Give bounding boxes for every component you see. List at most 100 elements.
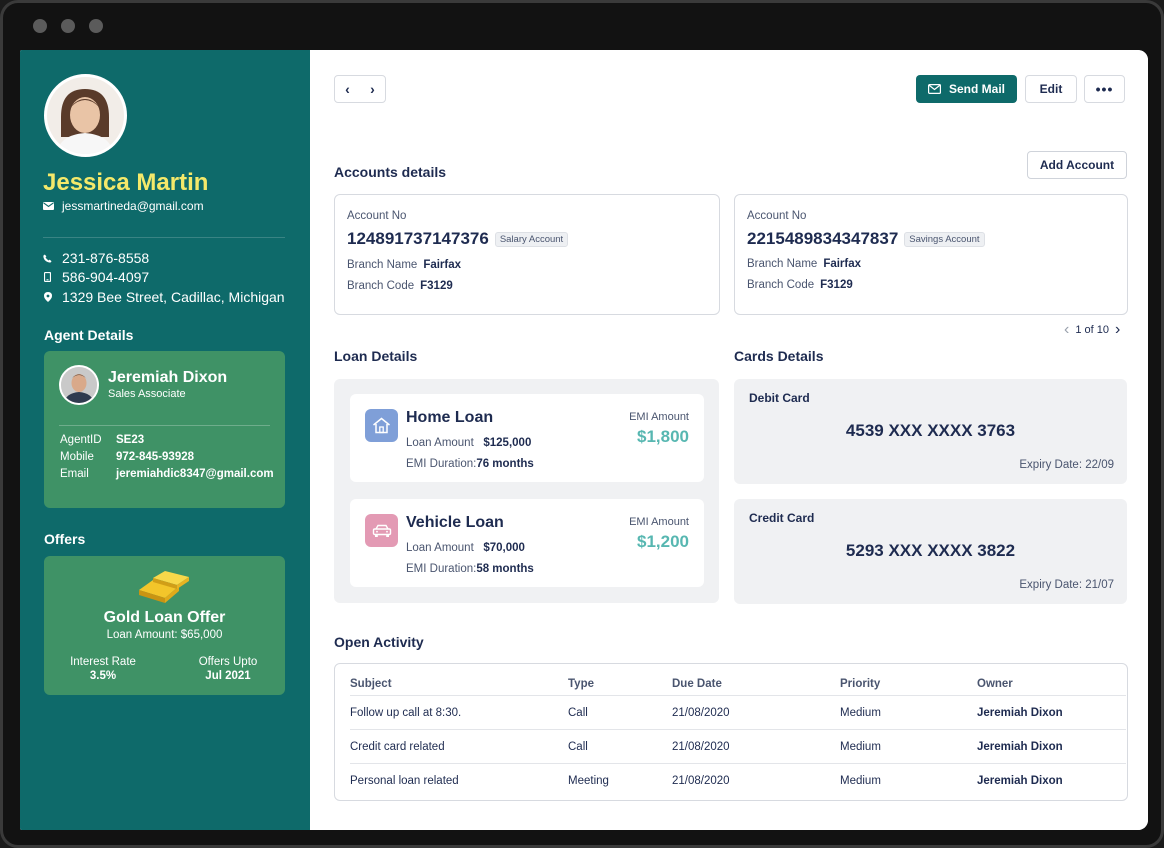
- agent-mobile-label: Mobile: [60, 451, 94, 463]
- account-card[interactable]: Account No 2215489834347837 Savings Acco…: [734, 194, 1128, 315]
- credit-card-panel[interactable]: Credit Card 5293 XXX XXXX 3822 Expiry Da…: [734, 499, 1127, 604]
- activity-table: Subject Type Due Date Priority Owner Fol…: [334, 663, 1128, 801]
- table-row[interactable]: Personal loan related Meeting 21/08/2020…: [350, 764, 1126, 798]
- mail-icon: [927, 84, 941, 94]
- col-due-date[interactable]: Due Date: [672, 678, 722, 690]
- col-type[interactable]: Type: [568, 678, 594, 690]
- account-no-label: Account No: [347, 210, 407, 222]
- card-type: Credit Card: [749, 511, 815, 525]
- branch-code-value: F3129: [420, 280, 453, 292]
- loan-amount-row: Loan Amount $70,000: [406, 542, 525, 554]
- address: 1329 Bee Street, Cadillac, Michigan: [62, 289, 285, 305]
- branch-code-value: F3129: [820, 279, 853, 291]
- window-dot-close[interactable]: [33, 19, 47, 33]
- offer-amount: Loan Amount: $65,000: [106, 629, 223, 641]
- agent-divider: [59, 425, 270, 426]
- send-mail-button[interactable]: Send Mail: [916, 75, 1017, 103]
- chevron-right-icon[interactable]: ›: [1115, 321, 1120, 339]
- window-controls: [33, 19, 103, 33]
- cell-subject: Personal loan related: [350, 775, 459, 787]
- cell-priority: Medium: [840, 740, 881, 753]
- chevron-left-icon[interactable]: ‹: [345, 81, 350, 97]
- loan-panel: Home Loan Loan Amount $125,000 EMI Durat…: [334, 379, 719, 603]
- card-number: 4539 XXX XXXX 3763: [845, 421, 1016, 440]
- table-row[interactable]: Credit card related Call 21/08/2020 Medi…: [350, 730, 1126, 764]
- branch-name-label: Branch Name: [347, 259, 418, 271]
- loan-card[interactable]: Vehicle Loan Loan Amount $70,000 EMI Dur…: [350, 499, 704, 587]
- cell-type: Meeting: [568, 775, 609, 787]
- interest-rate-value: 3.5%: [89, 670, 117, 682]
- debit-card-panel[interactable]: Debit Card 4539 XXX XXXX 3763 Expiry Dat…: [734, 379, 1127, 484]
- col-owner[interactable]: Owner: [977, 678, 1013, 690]
- cell-type: Call: [568, 740, 588, 753]
- account-number: 2215489834347837: [747, 229, 899, 248]
- cell-type: Call: [568, 706, 588, 719]
- contact-mobile: 586-904-4097: [43, 269, 149, 285]
- emi-duration-row: EMI Duration:58 months: [406, 563, 534, 575]
- gold-bars-icon: [135, 568, 195, 613]
- offer-title: Gold Loan Offer: [103, 609, 226, 626]
- offer-card[interactable]: Gold Loan Offer Loan Amount: $65,000 Int…: [44, 556, 285, 695]
- cell-priority: Medium: [840, 775, 881, 787]
- accounts-pager: ‹ 1 of 10 ›: [1064, 321, 1120, 339]
- loan-details-heading: Loan Details: [334, 348, 418, 364]
- offers-upto-label: Offers Upto: [198, 656, 258, 668]
- profile-email[interactable]: jessmartineda@gmail.com: [62, 199, 204, 213]
- agent-name: Jeremiah Dixon: [108, 369, 228, 386]
- table-header: Subject Type Due Date Priority Owner: [350, 676, 1126, 696]
- branch-code-label: Branch Code: [747, 279, 815, 291]
- emi-duration-value: 76 months: [476, 458, 534, 470]
- agent-role: Sales Associate: [108, 388, 186, 400]
- emi-duration-label: EMI Duration:: [406, 563, 477, 575]
- main-content: ‹ › Send Mail Edit ••• Accounts details …: [310, 50, 1148, 830]
- window-dot-maximize[interactable]: [89, 19, 103, 33]
- loan-amount-value: $125,000: [483, 437, 532, 449]
- agent-card: Jeremiah Dixon Sales Associate AgentID S…: [44, 351, 285, 508]
- col-priority[interactable]: Priority: [840, 678, 880, 690]
- agent-email-value[interactable]: jeremiahdic8347@gmail.com: [116, 468, 274, 480]
- profile-name: Jessica Martin: [43, 169, 209, 196]
- chevron-right-icon[interactable]: ›: [370, 81, 375, 97]
- loan-card[interactable]: Home Loan Loan Amount $125,000 EMI Durat…: [350, 394, 704, 482]
- agent-id-label: AgentID: [60, 434, 102, 446]
- agent-mobile-value[interactable]: 972-845-93928: [116, 451, 194, 463]
- branch-code-label: Branch Code: [347, 280, 415, 292]
- account-card[interactable]: Account No 124891737147376 Salary Accoun…: [334, 194, 720, 315]
- offers-heading: Offers: [44, 531, 86, 547]
- col-subject[interactable]: Subject: [350, 678, 392, 690]
- account-number-row: 2215489834347837 Savings Account: [747, 229, 985, 249]
- branch-name-value: Fairfax: [823, 258, 862, 270]
- cards-details-heading: Cards Details: [734, 348, 824, 364]
- window-dot-minimize[interactable]: [61, 19, 75, 33]
- contact-address: 1329 Bee Street, Cadillac, Michigan: [43, 289, 285, 305]
- app-window: Jessica Martin jessmartineda@gmail.com 2…: [20, 50, 1148, 830]
- cell-owner: Jeremiah Dixon: [977, 775, 1063, 787]
- emi-duration-row: EMI Duration:76 months: [406, 458, 534, 470]
- account-number-row: 124891737147376 Salary Account: [347, 229, 569, 249]
- sidebar-divider: [43, 237, 285, 238]
- emi-amount-value: $1,800: [637, 427, 689, 446]
- branch-name-row: Branch Name Fairfax: [347, 259, 461, 271]
- send-mail-label: Send Mail: [948, 82, 1005, 96]
- profile-sidebar: Jessica Martin jessmartineda@gmail.com 2…: [20, 50, 310, 830]
- device-frame: Jessica Martin jessmartineda@gmail.com 2…: [0, 0, 1164, 848]
- agent-avatar: [59, 365, 99, 405]
- pager-label: 1 of 10: [1075, 324, 1109, 336]
- chevron-left-icon[interactable]: ‹: [1064, 321, 1069, 339]
- agent-mobile-row: Mobile 972-845-93928: [60, 451, 194, 463]
- cell-subject: Credit card related: [350, 740, 445, 753]
- more-options-button[interactable]: •••: [1084, 75, 1125, 103]
- loan-name: Home Loan: [406, 409, 494, 426]
- agent-email-row: Email jeremiahdic8347@gmail.com: [60, 468, 274, 480]
- loan-amount-label: Loan Amount: [406, 437, 474, 449]
- phone-number[interactable]: 231-876-8558: [62, 250, 149, 266]
- mobile-number[interactable]: 586-904-4097: [62, 269, 149, 285]
- loan-amount-label: Loan Amount: [406, 542, 474, 554]
- add-account-button[interactable]: Add Account: [1027, 151, 1127, 179]
- loan-name: Vehicle Loan: [406, 514, 504, 531]
- edit-button[interactable]: Edit: [1025, 75, 1077, 103]
- account-type-badge: Savings Account: [904, 231, 985, 247]
- table-row[interactable]: Follow up call at 8:30. Call 21/08/2020 …: [350, 696, 1126, 730]
- card-expiry: Expiry Date: 22/09: [1019, 459, 1114, 471]
- branch-code-row: Branch Code F3129: [347, 280, 453, 292]
